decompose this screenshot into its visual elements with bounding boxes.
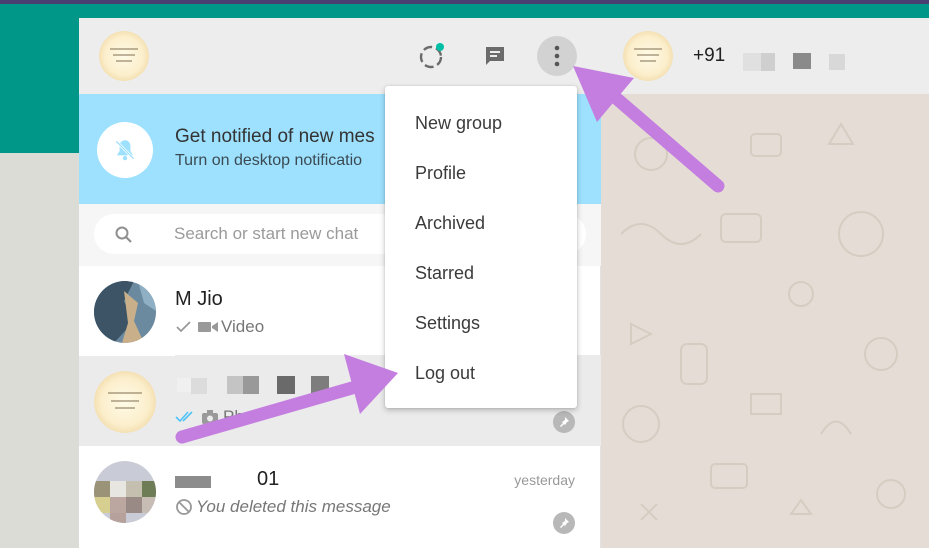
contact-avatar[interactable]	[94, 281, 156, 343]
bell-off-icon	[97, 122, 153, 178]
status-icon[interactable]	[412, 36, 452, 76]
menu-item-profile[interactable]: Profile	[385, 148, 577, 198]
blurred-name-block	[177, 378, 191, 392]
chat-preview: You deleted this message	[175, 497, 391, 517]
chat-preview: Phot	[175, 407, 258, 427]
profile-header	[79, 18, 601, 94]
blurred-name-block	[311, 376, 329, 394]
blurred-number-block	[793, 53, 811, 69]
new-chat-icon[interactable]	[475, 36, 515, 76]
menu-item-archived[interactable]: Archived	[385, 198, 577, 248]
blurred-number-block	[743, 53, 761, 71]
conversation-header[interactable]: +91	[601, 18, 929, 94]
blurred-name-block	[175, 476, 211, 488]
conversation-pane: +91	[601, 18, 929, 548]
blurred-number-block	[761, 53, 775, 71]
contact-avatar[interactable]	[94, 461, 156, 523]
chat-name: 01	[257, 468, 280, 490]
chat-time: yesterday	[514, 472, 575, 488]
blurred-name-block	[191, 378, 207, 394]
pin-icon	[553, 411, 575, 433]
menu-button[interactable]	[537, 36, 577, 76]
chat-preview: Video	[175, 317, 264, 337]
blurred-number-block	[829, 54, 845, 70]
my-avatar[interactable]	[99, 31, 149, 81]
menu-item-new-group[interactable]: New group	[385, 98, 577, 148]
menu-item-settings[interactable]: Settings	[385, 298, 577, 348]
blurred-name-block	[227, 376, 243, 394]
chat-name: M Jio	[175, 288, 223, 310]
main-menu-dropdown: New group Profile Archived Starred Setti…	[385, 86, 577, 408]
blurred-name-block	[277, 376, 295, 394]
notification-subtitle[interactable]: Turn on desktop notificatio	[175, 152, 362, 170]
menu-item-starred[interactable]: Starred	[385, 248, 577, 298]
check-icon	[176, 321, 191, 333]
chat-wallpaper	[601, 94, 929, 548]
menu-item-log-out[interactable]: Log out	[385, 348, 577, 398]
chat-preview-text: Video	[221, 317, 265, 336]
chat-row[interactable]: 01 yesterday You deleted this message	[79, 446, 601, 536]
window-top-strip	[0, 0, 929, 4]
kebab-menu-icon	[554, 45, 560, 67]
contact-avatar[interactable]	[94, 371, 156, 433]
chat-preview-text: You deleted this message	[196, 497, 391, 516]
contact-phone: +91	[693, 45, 726, 66]
video-icon	[198, 322, 218, 332]
camera-icon	[202, 410, 218, 424]
double-check-icon	[175, 411, 193, 423]
search-icon[interactable]	[114, 225, 134, 245]
chat-preview-text: Phot	[223, 407, 258, 426]
pin-icon	[553, 512, 575, 534]
deleted-icon	[176, 499, 192, 515]
blurred-name-block	[243, 376, 259, 394]
notification-title: Get notified of new mes	[175, 126, 375, 147]
contact-avatar[interactable]	[623, 31, 673, 81]
